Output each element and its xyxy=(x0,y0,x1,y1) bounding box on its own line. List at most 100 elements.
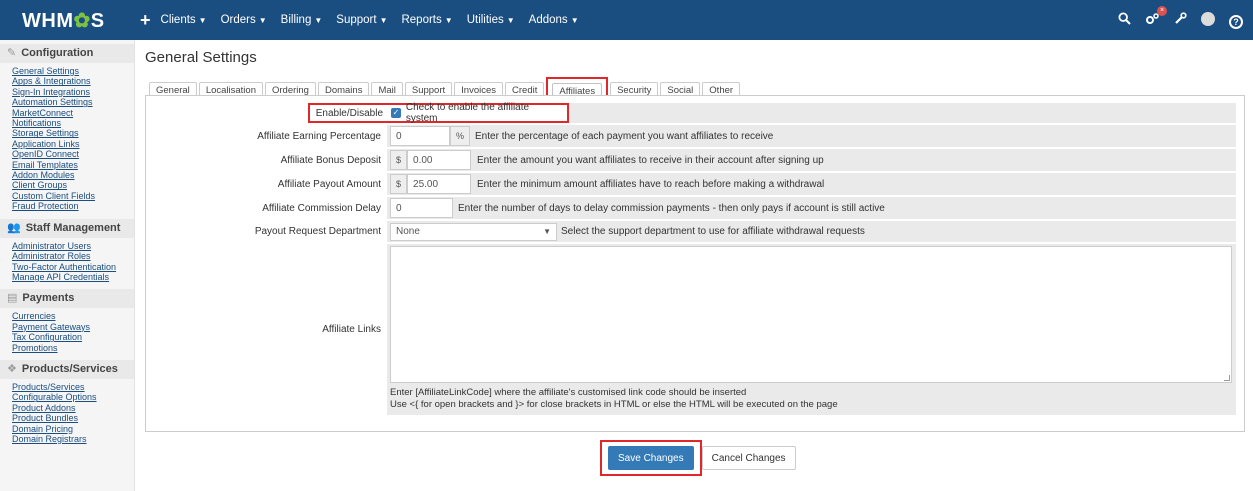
sidebar-link-sign-in-integrations[interactable]: Sign-In Integrations xyxy=(0,87,134,97)
sidebar-link-domain-pricing[interactable]: Domain Pricing xyxy=(0,424,134,434)
nav-orders[interactable]: Orders ▼ xyxy=(221,14,267,26)
page-title: General Settings xyxy=(145,49,257,66)
sidebar-link-products-services[interactable]: Products/Services xyxy=(0,382,134,392)
save-changes-button[interactable]: Save Changes xyxy=(608,446,694,470)
sidebar-link-payment-gateways[interactable]: Payment Gateways xyxy=(0,322,134,332)
nav-support[interactable]: Support ▼ xyxy=(336,14,387,26)
affiliate-links-label: Affiliate Links xyxy=(155,244,387,415)
sidebar-link-promotions[interactable]: Promotions xyxy=(0,343,134,353)
sidebar-section-staff-management: 👥 Staff Management xyxy=(0,218,134,238)
affiliates-panel: Enable/Disable ✓ Check to enable the aff… xyxy=(145,95,1245,432)
payout-department-help: Select the support department to use for… xyxy=(561,226,865,237)
caret-down-icon: ▼ xyxy=(258,16,267,25)
nav-billing[interactable]: Billing ▼ xyxy=(281,14,323,26)
sidebar-link-product-bundles[interactable]: Product Bundles xyxy=(0,413,134,423)
affiliate-links-help-2: Use <{ for open brackets and }> for clos… xyxy=(390,399,838,410)
avatar-icon[interactable] xyxy=(1201,11,1215,29)
highlight-enable: Enable/Disable xyxy=(307,103,387,123)
bonus-deposit-input[interactable]: 0.00 xyxy=(407,150,472,170)
sidebar-section-configuration: ✎ Configuration xyxy=(0,44,134,63)
nav-utilities[interactable]: Utilities ▼ xyxy=(467,14,515,26)
sidebar: ✎ Configuration General Settings Apps & I… xyxy=(0,40,135,491)
whmcs-logo[interactable]: WHM✿S xyxy=(0,8,134,33)
sidebar-link-email-templates[interactable]: Email Templates xyxy=(0,160,134,170)
sidebar-link-custom-client-fields[interactable]: Custom Client Fields xyxy=(0,191,134,201)
help-icon[interactable]: ? xyxy=(1229,12,1243,29)
sidebar-link-two-factor-authentication[interactable]: Two-Factor Authentication xyxy=(0,262,134,272)
enable-checkbox-label[interactable]: Check to enable the affiliate system xyxy=(406,102,561,124)
sidebar-link-configurable-options[interactable]: Configurable Options xyxy=(0,392,134,402)
sidebar-link-marketconnect[interactable]: MarketConnect xyxy=(0,108,134,118)
row-bonus-deposit: Affiliate Bonus Deposit $ 0.00 Enter the… xyxy=(155,149,1236,171)
row-affiliate-links: Affiliate Links Enter [AffiliateLinkCode… xyxy=(155,244,1236,415)
commission-delay-label: Affiliate Commission Delay xyxy=(155,197,387,219)
cubes-icon: ❖ xyxy=(7,362,17,375)
wrench-icon[interactable] xyxy=(1174,12,1187,28)
money-icon: ▤ xyxy=(7,292,18,305)
sidebar-link-product-addons[interactable]: Product Addons xyxy=(0,403,134,413)
sidebar-link-apps-integrations[interactable]: Apps & Integrations xyxy=(0,76,134,86)
payout-amount-label: Affiliate Payout Amount xyxy=(155,173,387,195)
sidebar-link-currencies[interactable]: Currencies xyxy=(0,311,134,321)
row-payout-amount: Affiliate Payout Amount $ 25.00 Enter th… xyxy=(155,173,1236,195)
sidebar-link-tax-configuration[interactable]: Tax Configuration xyxy=(0,332,134,342)
enable-label: Enable/Disable xyxy=(315,107,383,119)
bonus-deposit-help: Enter the amount you want affiliates to … xyxy=(477,154,824,166)
row-earning-percentage: Affiliate Earning Percentage 0 % Enter t… xyxy=(155,125,1236,147)
sidebar-link-automation-settings[interactable]: Automation Settings xyxy=(0,97,134,107)
caret-down-icon: ▼ xyxy=(444,16,453,25)
nav-addons[interactable]: Addons ▼ xyxy=(529,14,579,26)
highlight-save-button: Save Changes xyxy=(600,440,702,476)
commission-delay-help: Enter the number of days to delay commis… xyxy=(458,202,885,214)
form-buttons: Save Changes Cancel Changes xyxy=(600,440,796,476)
nav-clients[interactable]: Clients ▼ xyxy=(161,14,207,26)
payout-department-select[interactable]: None ▼ xyxy=(390,222,557,241)
sidebar-link-notifications[interactable]: Notifications xyxy=(0,118,134,128)
sidebar-link-openid-connect[interactable]: OpenID Connect xyxy=(0,149,134,159)
logo-gear-icon: ✿ xyxy=(73,9,91,32)
highlight-enable-checkbox: ✓ Check to enable the affiliate system xyxy=(387,102,569,124)
resize-handle[interactable] xyxy=(1224,375,1230,381)
cancel-changes-button[interactable]: Cancel Changes xyxy=(701,446,796,470)
add-new-button[interactable]: + xyxy=(140,10,151,31)
search-icon[interactable] xyxy=(1118,12,1131,28)
bonus-deposit-label: Affiliate Bonus Deposit xyxy=(155,149,387,171)
enable-checkbox[interactable]: ✓ xyxy=(391,108,401,118)
notification-badge: × xyxy=(1157,6,1167,16)
top-icons: × ? xyxy=(1118,0,1243,40)
affiliate-links-textarea[interactable] xyxy=(390,246,1232,383)
sidebar-link-fraud-protection[interactable]: Fraud Protection xyxy=(0,201,134,211)
sidebar-link-administrator-roles[interactable]: Administrator Roles xyxy=(0,251,134,261)
chevron-down-icon: ▼ xyxy=(543,227,551,236)
dollar-addon: $ xyxy=(390,150,408,170)
caret-down-icon: ▼ xyxy=(506,16,515,25)
earning-percentage-label: Affiliate Earning Percentage xyxy=(155,125,387,147)
dollar-addon: $ xyxy=(390,174,408,194)
sidebar-link-general-settings[interactable]: General Settings xyxy=(0,66,134,76)
payout-department-label: Payout Request Department xyxy=(155,221,387,242)
sidebar-link-manage-api-credentials[interactable]: Manage API Credentials xyxy=(0,272,134,282)
percent-addon: % xyxy=(450,126,471,146)
affiliate-links-help-1: Enter [AffiliateLinkCode] where the affi… xyxy=(390,387,747,398)
row-commission-delay: Affiliate Commission Delay 0 Enter the n… xyxy=(155,197,1236,219)
caret-down-icon: ▼ xyxy=(314,16,323,25)
sidebar-link-storage-settings[interactable]: Storage Settings xyxy=(0,128,134,138)
sidebar-link-client-groups[interactable]: Client Groups xyxy=(0,180,134,190)
sidebar-section-products-services: ❖ Products/Services xyxy=(0,359,134,379)
sidebar-link-domain-registrars[interactable]: Domain Registrars xyxy=(0,434,134,444)
sidebar-link-application-links[interactable]: Application Links xyxy=(0,139,134,149)
sidebar-link-addon-modules[interactable]: Addon Modules xyxy=(0,170,134,180)
earning-percentage-help: Enter the percentage of each payment you… xyxy=(475,130,774,142)
sidebar-link-administrator-users[interactable]: Administrator Users xyxy=(0,241,134,251)
nav-reports[interactable]: Reports ▼ xyxy=(401,14,452,26)
commission-delay-input[interactable]: 0 xyxy=(390,198,453,218)
payout-amount-help: Enter the minimum amount affiliates have… xyxy=(477,178,825,190)
notifications-cog-icon[interactable]: × xyxy=(1145,6,1167,28)
payout-amount-input[interactable]: 25.00 xyxy=(407,174,472,194)
caret-down-icon: ▼ xyxy=(379,16,388,25)
earning-percentage-input[interactable]: 0 xyxy=(390,126,450,146)
row-enable: Enable/Disable ✓ Check to enable the aff… xyxy=(155,102,1236,124)
users-icon: 👥 xyxy=(7,221,21,234)
sidebar-section-payments: ▤ Payments xyxy=(0,289,134,309)
wrench-icon: ✎ xyxy=(7,47,17,59)
